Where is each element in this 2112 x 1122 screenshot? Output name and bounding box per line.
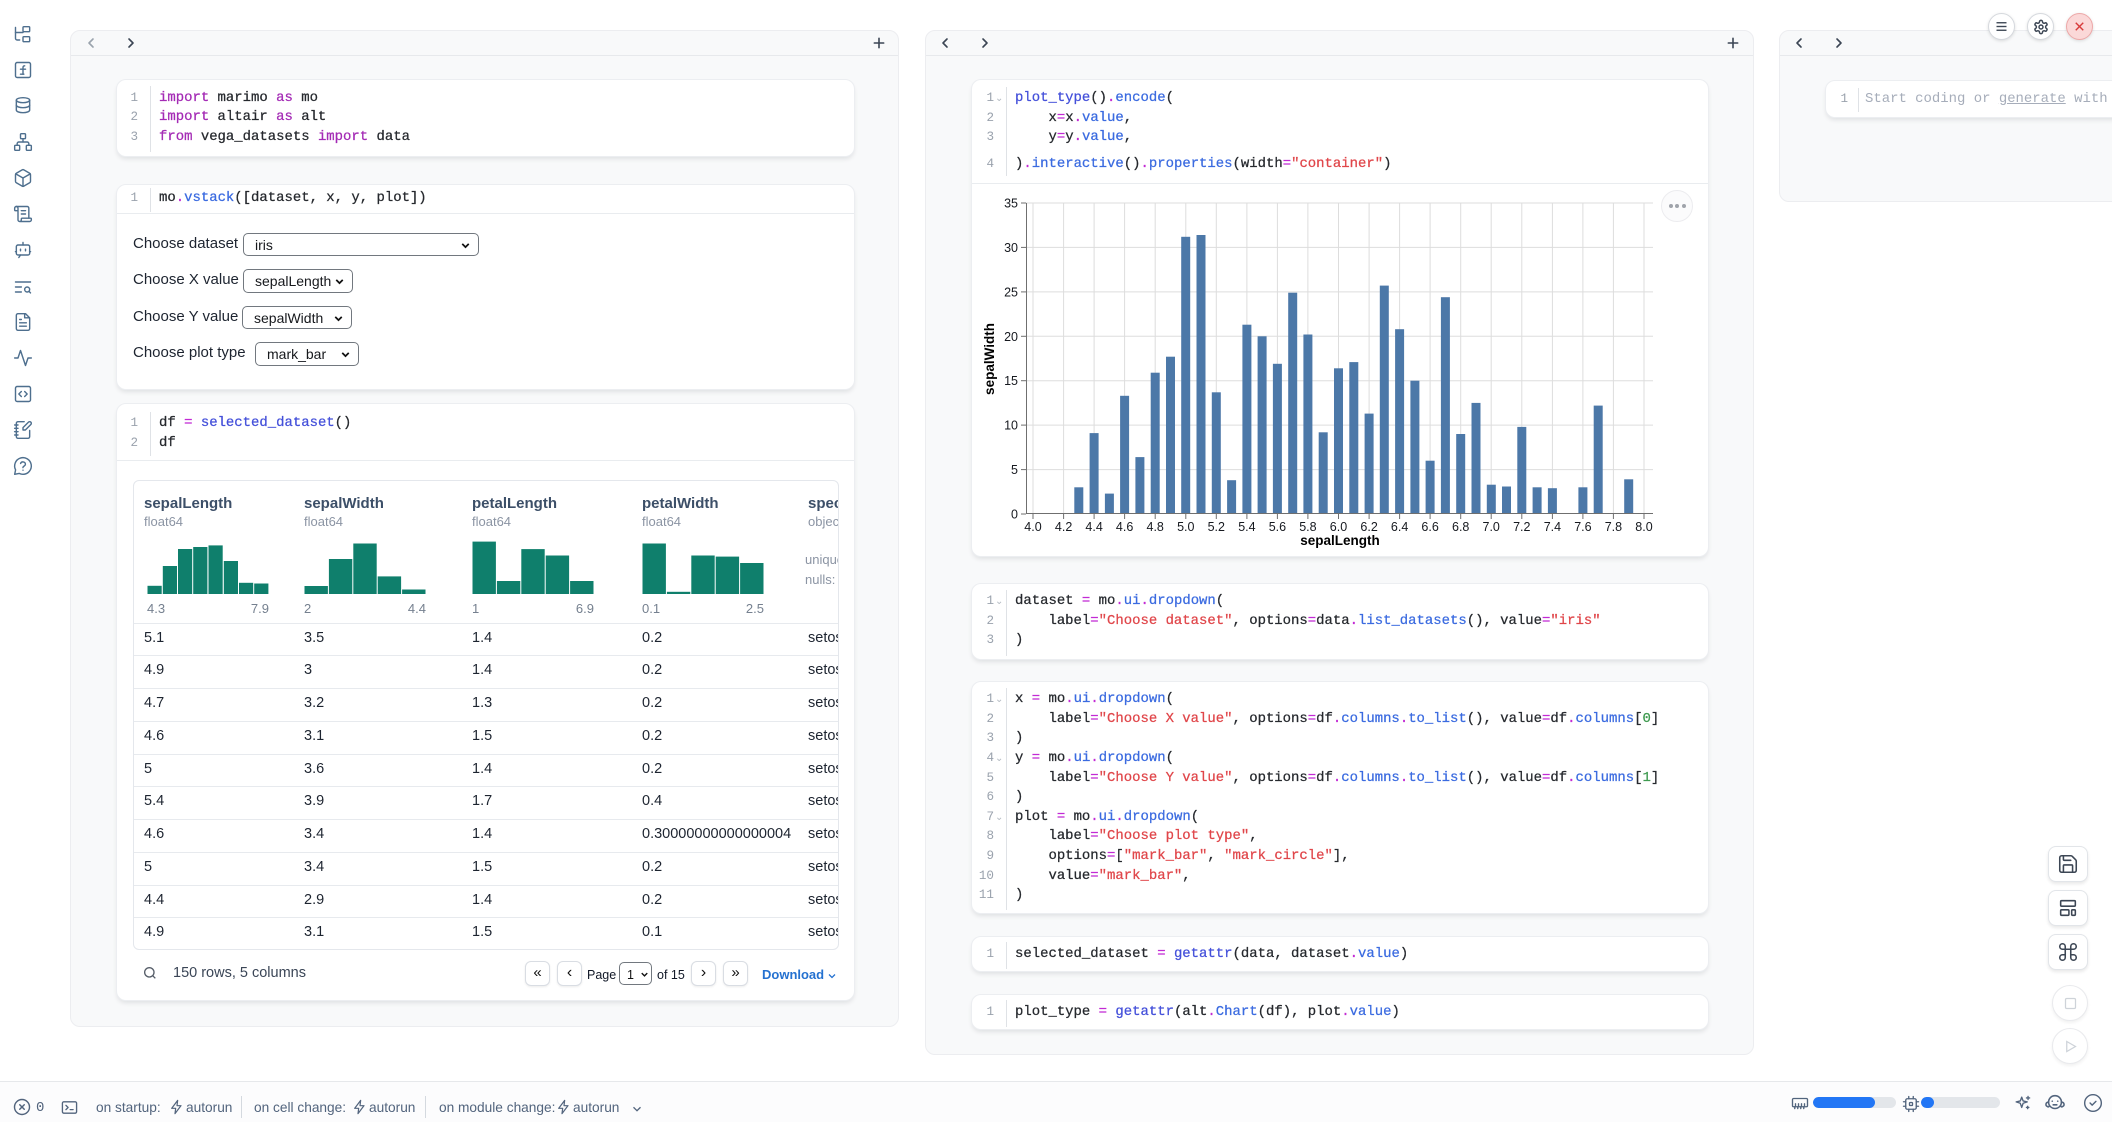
svg-text:35: 35 bbox=[1004, 197, 1018, 211]
svg-text:4.4: 4.4 bbox=[1085, 520, 1102, 534]
svg-text:20: 20 bbox=[1004, 330, 1018, 344]
svg-text:8.0: 8.0 bbox=[1635, 520, 1652, 534]
svg-text:15: 15 bbox=[1004, 374, 1018, 388]
svg-text:5: 5 bbox=[1011, 463, 1018, 477]
svg-text:25: 25 bbox=[1004, 285, 1018, 299]
svg-text:7.4: 7.4 bbox=[1544, 520, 1561, 534]
svg-text:4.6: 4.6 bbox=[1116, 520, 1133, 534]
svg-text:6.2: 6.2 bbox=[1360, 520, 1377, 534]
svg-text:6.8: 6.8 bbox=[1452, 520, 1469, 534]
svg-text:4.0: 4.0 bbox=[1024, 520, 1041, 534]
svg-text:6.6: 6.6 bbox=[1421, 520, 1438, 534]
svg-text:4.2: 4.2 bbox=[1055, 520, 1072, 534]
svg-text:5.0: 5.0 bbox=[1177, 520, 1194, 534]
svg-text:6.4: 6.4 bbox=[1391, 520, 1408, 534]
svg-text:7.0: 7.0 bbox=[1483, 520, 1500, 534]
svg-text:sepalLength: sepalLength bbox=[1300, 533, 1380, 548]
svg-text:30: 30 bbox=[1004, 241, 1018, 255]
svg-text:0: 0 bbox=[1011, 508, 1018, 522]
svg-text:sepalWidth: sepalWidth bbox=[982, 323, 997, 395]
svg-text:7.8: 7.8 bbox=[1605, 520, 1622, 534]
svg-text:5.8: 5.8 bbox=[1299, 520, 1316, 534]
svg-text:5.2: 5.2 bbox=[1208, 520, 1225, 534]
svg-text:5.4: 5.4 bbox=[1238, 520, 1255, 534]
svg-text:7.6: 7.6 bbox=[1574, 520, 1591, 534]
svg-text:6.0: 6.0 bbox=[1330, 520, 1347, 534]
svg-text:10: 10 bbox=[1004, 419, 1018, 433]
svg-text:4.8: 4.8 bbox=[1147, 520, 1164, 534]
svg-text:7.2: 7.2 bbox=[1513, 520, 1530, 534]
svg-text:5.6: 5.6 bbox=[1269, 520, 1286, 534]
